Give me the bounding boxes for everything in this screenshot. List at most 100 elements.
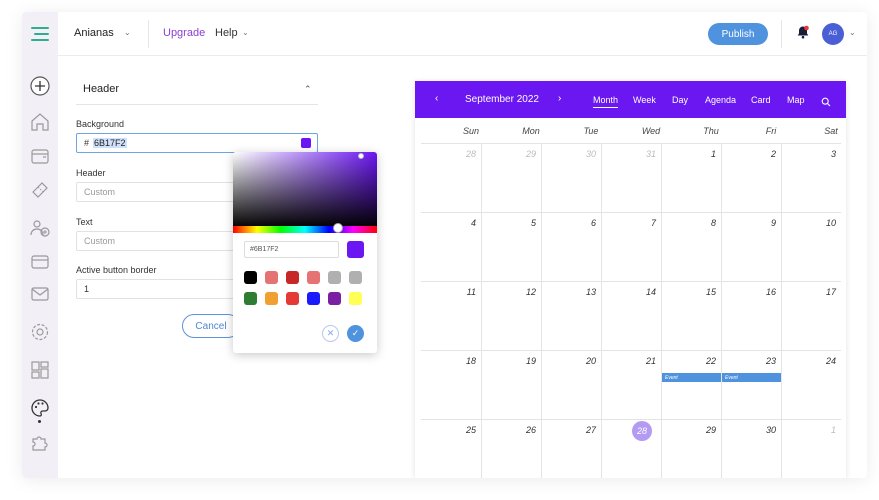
tab-card[interactable]: Card — [751, 95, 771, 105]
day-number[interactable]: 13 — [546, 287, 596, 297]
day-number[interactable]: 30 — [726, 425, 776, 435]
chevron-down-icon[interactable]: ⌄ — [124, 28, 131, 37]
color-swatch[interactable] — [307, 271, 320, 284]
day-number[interactable]: 29 — [666, 425, 716, 435]
tab-week[interactable]: Week — [633, 95, 656, 105]
color-swatch[interactable] — [244, 292, 257, 305]
day-number[interactable]: 17 — [786, 287, 836, 297]
picker-hex-input[interactable]: #6B17F2 — [244, 241, 339, 258]
calendar-event[interactable]: Event — [662, 373, 721, 382]
day-number[interactable]: 8 — [666, 218, 716, 228]
divider — [781, 20, 782, 48]
day-number[interactable]: 18 — [426, 356, 476, 366]
day-number[interactable]: 25 — [426, 425, 476, 435]
avatar[interactable]: AG — [822, 23, 844, 45]
day-number[interactable]: 20 — [546, 356, 596, 366]
day-number[interactable]: 30 — [546, 149, 596, 159]
color-swatch[interactable] — [349, 292, 362, 305]
day-number[interactable]: 5 — [486, 218, 536, 228]
project-name[interactable]: Anianas — [74, 27, 114, 39]
color-swatch[interactable] — [244, 271, 257, 284]
day-cell-today[interactable]: 28 — [632, 421, 652, 441]
chevron-up-icon[interactable]: ⌃ — [304, 84, 312, 95]
color-swatch[interactable] — [286, 292, 299, 305]
day-number[interactable]: 15 — [666, 287, 716, 297]
upgrade-link[interactable]: Upgrade — [163, 27, 205, 39]
day-number[interactable]: 4 — [426, 218, 476, 228]
cancel-button[interactable]: Cancel — [182, 314, 240, 338]
day-number[interactable]: 26 — [486, 425, 536, 435]
background-color-input[interactable]: # 6B17F2 — [76, 133, 318, 153]
day-number[interactable]: 10 — [786, 218, 836, 228]
next-month-icon[interactable]: › — [558, 93, 561, 104]
chevron-down-icon[interactable]: ⌄ — [849, 28, 856, 37]
day-number[interactable]: 1 — [666, 149, 716, 159]
mail-icon[interactable] — [28, 282, 52, 306]
weekday-header: Thu — [703, 126, 719, 136]
close-icon[interactable]: ✕ — [322, 325, 339, 342]
color-swatch[interactable] — [349, 271, 362, 284]
day-number[interactable]: 7 — [606, 218, 656, 228]
color-swatch[interactable] — [286, 271, 299, 284]
saturation-handle[interactable] — [358, 153, 364, 159]
border-label: Active button border — [76, 265, 157, 275]
color-swatch[interactable] — [307, 292, 320, 305]
check-icon[interactable]: ✓ — [347, 325, 364, 342]
month-title: September 2022 — [465, 94, 539, 105]
add-user-icon[interactable] — [28, 216, 52, 240]
day-number[interactable]: 31 — [606, 149, 656, 159]
day-number[interactable]: 9 — [726, 218, 776, 228]
day-number[interactable]: 27 — [546, 425, 596, 435]
tab-agenda[interactable]: Agenda — [705, 95, 736, 105]
day-number[interactable]: 19 — [486, 356, 536, 366]
day-number[interactable]: 14 — [606, 287, 656, 297]
picker-preview-swatch — [347, 241, 364, 258]
day-number[interactable]: 22 — [666, 356, 716, 366]
tab-month[interactable]: Month — [593, 95, 619, 108]
day-number[interactable]: 12 — [486, 287, 536, 297]
color-swatch[interactable] — [328, 292, 341, 305]
prev-month-icon[interactable]: ‹ — [435, 93, 438, 104]
wallet-icon[interactable] — [28, 144, 52, 168]
color-swatch[interactable] — [328, 271, 341, 284]
day-number[interactable]: 1 — [786, 425, 836, 435]
color-swatch[interactable] — [265, 292, 278, 305]
card-icon[interactable] — [28, 250, 52, 274]
menu-icon[interactable] — [28, 22, 52, 46]
divider — [148, 20, 149, 48]
day-number[interactable]: 23 — [726, 356, 776, 366]
search-icon[interactable] — [821, 94, 831, 107]
tab-day[interactable]: Day — [672, 95, 688, 105]
saturation-area[interactable] — [233, 152, 377, 228]
tab-map[interactable]: Map — [787, 95, 805, 105]
hue-handle[interactable] — [333, 223, 343, 233]
calendar-event[interactable]: Event — [722, 373, 781, 382]
palette-icon[interactable] — [28, 396, 52, 420]
gear-icon[interactable] — [28, 320, 52, 344]
hue-slider[interactable] — [233, 226, 377, 233]
day-number[interactable]: 29 — [486, 149, 536, 159]
background-swatch[interactable] — [301, 138, 311, 148]
day-number[interactable]: 2 — [726, 149, 776, 159]
day-number[interactable]: 21 — [606, 356, 656, 366]
day-number[interactable]: 11 — [426, 287, 476, 297]
grid-line — [421, 143, 841, 144]
home-icon[interactable] — [28, 110, 52, 134]
add-icon[interactable] — [28, 74, 52, 98]
day-number[interactable]: 3 — [786, 149, 836, 159]
day-number[interactable]: 24 — [786, 356, 836, 366]
color-swatch[interactable] — [265, 271, 278, 284]
puzzle-icon[interactable] — [28, 430, 52, 454]
ticket-icon[interactable] — [28, 178, 52, 202]
help-menu[interactable]: Help — [215, 27, 238, 39]
day-number[interactable]: 16 — [726, 287, 776, 297]
notification-bell-icon[interactable] — [796, 25, 810, 39]
grid-line — [661, 143, 662, 478]
grid-line — [481, 143, 482, 478]
day-number[interactable]: 6 — [546, 218, 596, 228]
text-placeholder: Custom — [84, 236, 116, 246]
dashboard-icon[interactable] — [28, 358, 52, 382]
chevron-down-icon[interactable]: ⌄ — [242, 28, 249, 37]
publish-button[interactable]: Publish — [708, 23, 768, 45]
day-number[interactable]: 28 — [426, 149, 476, 159]
